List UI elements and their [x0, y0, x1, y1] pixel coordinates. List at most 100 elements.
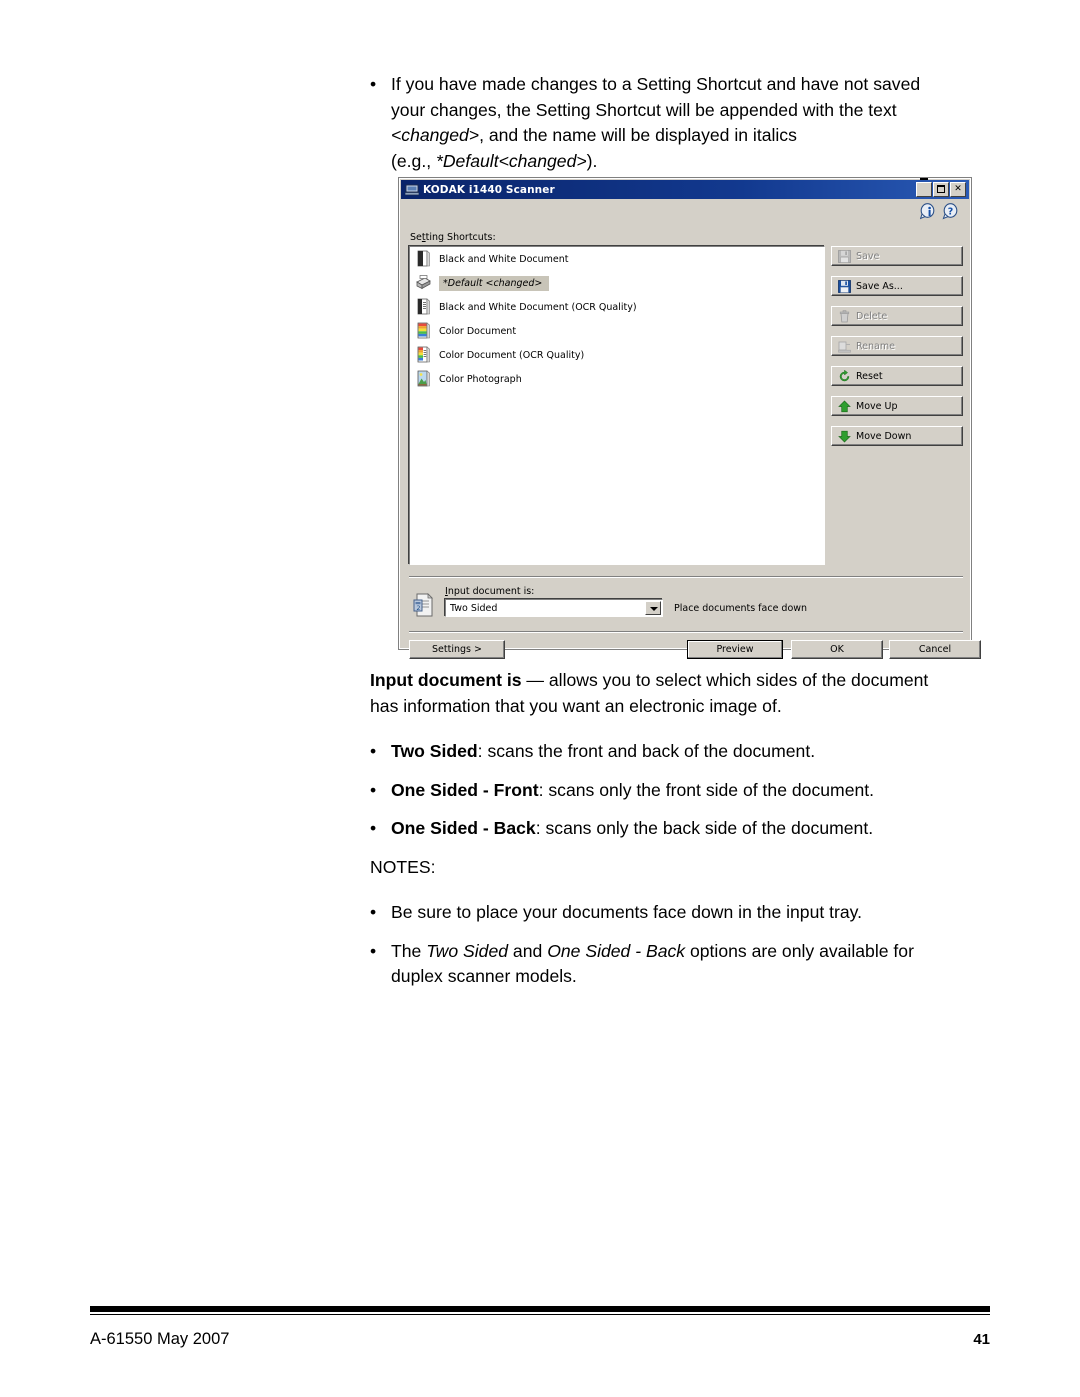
dialog-titlebar[interactable]: KODAK i1440 Scanner ✕ [401, 178, 969, 199]
intro-line-4-italic: *Default<changed> [435, 150, 587, 171]
arrow-up-icon [838, 400, 851, 413]
preview-button[interactable]: Preview [687, 640, 783, 659]
option-desc: : scans only the back side of the docume… [535, 818, 874, 838]
intro-line-2: your changes, the Setting Shortcut will … [391, 99, 897, 120]
option-name: Two Sided [391, 741, 478, 761]
notes-heading: NOTES: [370, 856, 436, 877]
intro-line-3-rest: , and the name will be displayed in ital… [479, 125, 797, 145]
save-button[interactable]: Save [831, 246, 963, 266]
intro-line-4-pre: (e.g., [391, 150, 436, 171]
list-item-label: Color Photograph [439, 373, 522, 385]
save-icon [838, 249, 851, 263]
note-text: The Two Sided and One Sided - Back optio… [391, 939, 992, 990]
window-controls[interactable]: ✕ [916, 178, 967, 197]
page-footer: A-61550 May 2007 41 [90, 1330, 990, 1349]
chevron-down-icon[interactable] [645, 601, 661, 615]
input-document-dropdown[interactable]: Two Sided [445, 599, 663, 617]
list-item-label: Black and White Document (OCR Quality) [439, 301, 637, 313]
maximize-button[interactable] [933, 182, 949, 197]
close-button[interactable]: ✕ [950, 182, 966, 197]
rename-button-label: Rename [856, 340, 895, 352]
help-icon[interactable]: ? [942, 203, 959, 223]
dialog-footer-buttons[interactable]: Settings > Preview OK Cancel [409, 640, 981, 660]
lead-bold: Input document is [370, 670, 522, 690]
footer-rule [90, 1306, 990, 1315]
bullet-marker: • [370, 940, 377, 961]
rename-icon [838, 340, 851, 353]
note-mid: and [508, 940, 548, 961]
svg-text:2: 2 [416, 604, 420, 612]
svg-text:?: ? [948, 206, 954, 217]
document-page: • If you have made changes to a Setting … [0, 0, 1080, 1397]
bullet-marker: • [370, 74, 377, 94]
reset-button[interactable]: Reset [831, 366, 963, 386]
settings-button[interactable]: Settings > [409, 640, 505, 659]
input-document-section: 2 Input document is: Two Sided Place doc… [409, 585, 963, 627]
cancel-button-label: Cancel [918, 644, 952, 655]
intro-line-4-post: ). [586, 150, 598, 171]
list-item[interactable]: Color Document (OCR Quality) [410, 343, 824, 367]
scanner-default-icon [415, 274, 431, 292]
input-document-label: Input document is: [445, 586, 534, 597]
bullet-marker: • [370, 741, 377, 761]
option-bullet: • One Sided - Back: scans only the back … [370, 816, 992, 842]
move-down-button[interactable]: Move Down [831, 426, 963, 446]
bw-document-icon [415, 250, 431, 268]
input-document-description: Input document is — allows you to select… [370, 668, 992, 990]
lead-paragraph: Input document is — allows you to select… [370, 668, 992, 719]
color-document-icon [415, 322, 431, 340]
ok-button[interactable]: OK [791, 640, 883, 659]
page-body-text: • If you have made changes to a Setting … [370, 72, 992, 174]
info-icon[interactable] [919, 203, 937, 223]
color-photograph-icon [415, 370, 431, 388]
delete-button[interactable]: Delete [831, 306, 963, 326]
rename-button[interactable]: Rename [831, 336, 963, 356]
save-as-icon [838, 279, 851, 293]
option-bullet-text: Two Sided: scans the front and back of t… [391, 739, 992, 765]
cancel-button[interactable]: Cancel [889, 640, 981, 659]
dialog-header-icons[interactable]: ? [919, 203, 959, 223]
settings-button-label: Settings > [432, 644, 482, 655]
bullet-marker: • [370, 902, 377, 922]
minimize-button[interactable] [916, 178, 932, 197]
option-name: One Sided - Front [391, 779, 539, 800]
list-item[interactable]: Black and White Document (OCR Quality) [410, 295, 824, 319]
note-italic-2: One Sided - Back [547, 940, 686, 961]
list-item[interactable]: Black and White Document [410, 247, 824, 271]
shortcut-action-buttons[interactable]: Save Save As... Delete Rename Reset Move… [831, 246, 963, 456]
reset-icon [838, 369, 851, 383]
page-number: 41 [973, 1331, 990, 1348]
intro-bullet-text: If you have made changes to a Setting Sh… [391, 72, 992, 174]
label-post: ting Shortcuts: [425, 232, 496, 243]
label-pre: Se [410, 232, 422, 243]
lead-rest: — allows you to select which sides of th… [521, 670, 929, 690]
save-as-button-label: Save As... [856, 280, 903, 292]
bullet-marker: • [370, 779, 377, 800]
note-pre: The [391, 940, 427, 961]
close-icon: ✕ [954, 184, 962, 194]
list-item[interactable]: Color Photograph [410, 367, 824, 391]
footer-doc-id: A-61550 May 2007 [90, 1330, 230, 1348]
divider-bottom [409, 631, 963, 633]
intro-bullet: • If you have made changes to a Setting … [370, 72, 992, 174]
list-item[interactable]: Color Document [410, 319, 824, 343]
setting-shortcuts-listbox[interactable]: Black and White Document *Default <chang… [409, 246, 825, 565]
option-bullet: • One Sided - Front: scans only the fron… [370, 778, 992, 804]
note-bullet: • Be sure to place your documents face d… [370, 900, 992, 926]
option-bullet-text: One Sided - Front: scans only the front … [391, 778, 992, 804]
arrow-down-icon [838, 430, 851, 443]
list-item-selected[interactable]: *Default <changed> [410, 271, 824, 295]
note-text: Be sure to place your documents face dow… [391, 902, 863, 922]
move-up-button-label: Move Up [856, 400, 898, 412]
dialog-body: ? Setting Shortcuts: Black and White Doc… [401, 199, 981, 659]
move-up-button[interactable]: Move Up [831, 396, 963, 416]
note-post: options are only available for [685, 940, 914, 961]
kodak-scanner-dialog[interactable]: KODAK i1440 Scanner ✕ ? Setting Shortcut… [398, 177, 981, 659]
preview-button-label: Preview [716, 644, 754, 655]
note-line-2: duplex scanner models. [391, 966, 577, 986]
reset-button-label: Reset [856, 370, 883, 382]
delete-button-label: Delete [856, 310, 888, 322]
save-as-button[interactable]: Save As... [831, 276, 963, 296]
option-desc: : scans the front and back of the docume… [477, 741, 816, 761]
option-name: One Sided - Back [391, 818, 536, 838]
